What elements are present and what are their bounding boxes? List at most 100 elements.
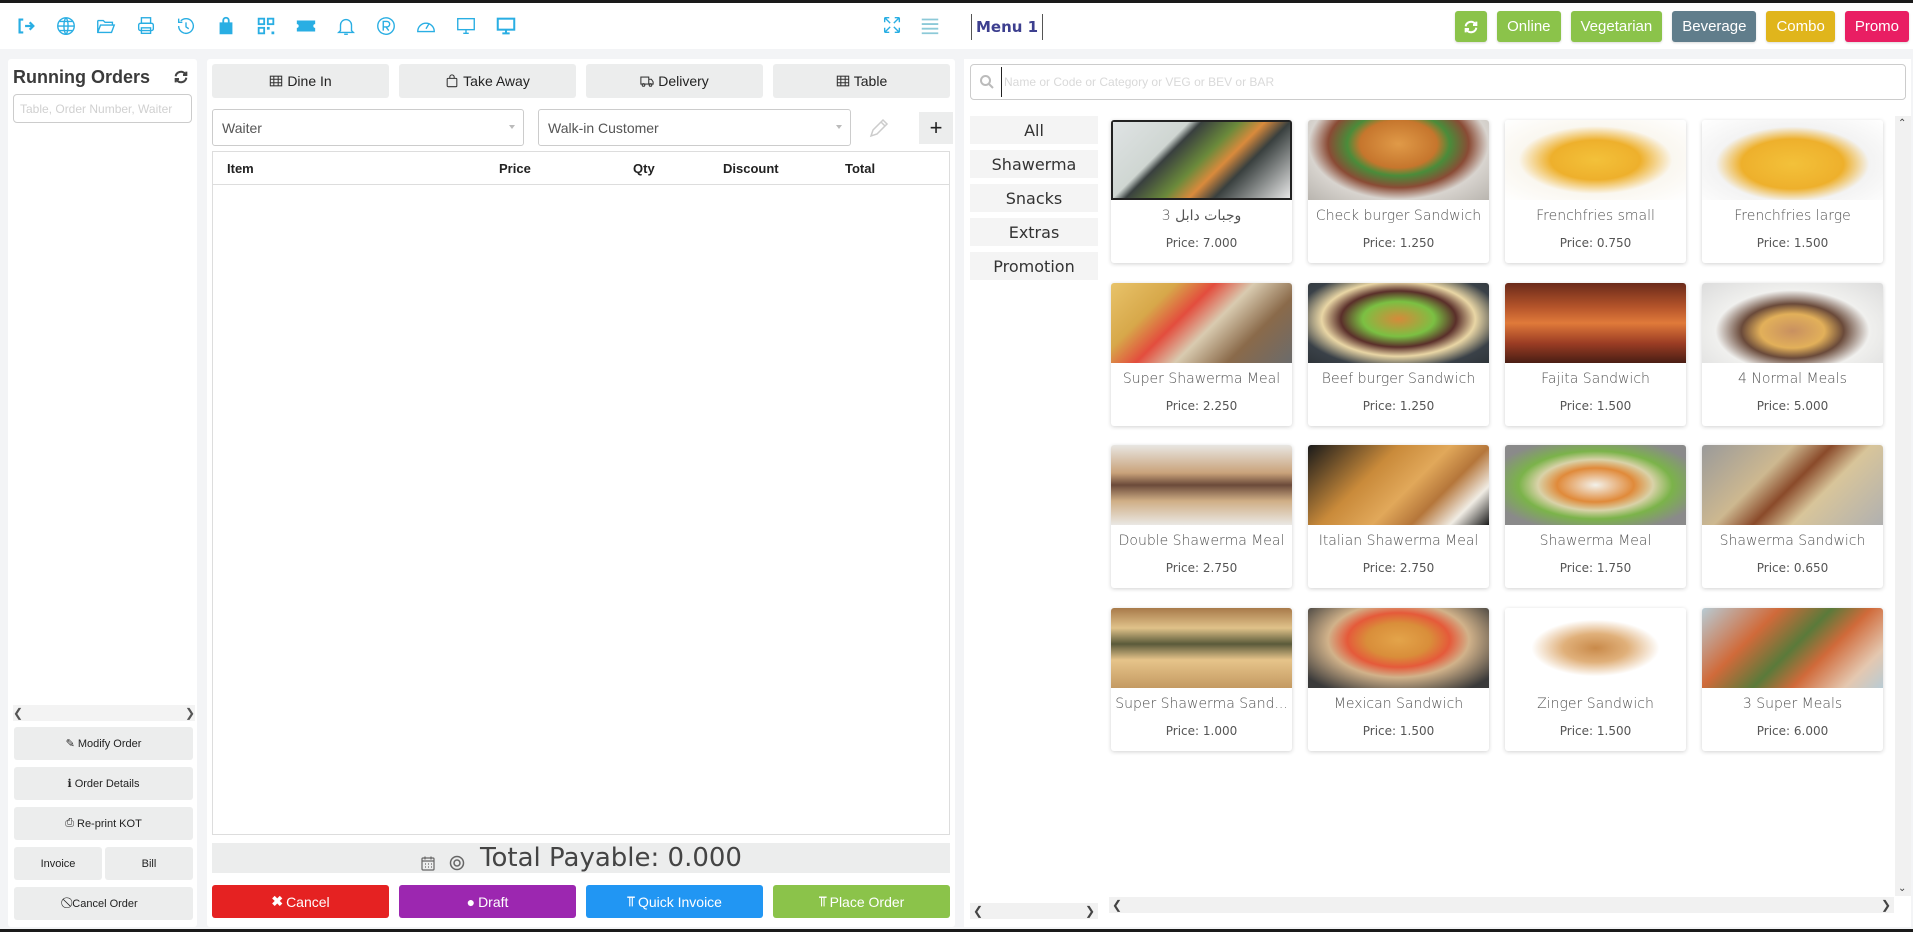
quick-invoice-button[interactable]: ⫪ Quick Invoice xyxy=(586,885,763,918)
calendar-icon[interactable] xyxy=(420,849,438,871)
product-image xyxy=(1505,445,1686,525)
plus-icon: + xyxy=(929,115,943,140)
reprint-kot-button[interactable]: ⎙ Re-print KOT xyxy=(14,807,193,840)
product-card[interactable]: Italian Shawerma Meal Price: 2.750 xyxy=(1308,445,1489,588)
eye-icon[interactable] xyxy=(448,849,466,871)
product-search-input[interactable] xyxy=(1001,67,1905,97)
scroll-left-icon[interactable]: ❮ xyxy=(13,706,23,720)
folder-open-icon[interactable] xyxy=(94,14,118,38)
product-card[interactable]: Beef burger Sandwich Price: 1.250 xyxy=(1308,283,1489,426)
filter-promo-button[interactable]: Promo xyxy=(1844,11,1909,42)
quick-invoice-label: Quick Invoice xyxy=(637,893,722,910)
scroll-right-icon[interactable]: ❯ xyxy=(1085,904,1095,918)
order-type-take-away[interactable]: Take Away xyxy=(399,64,576,98)
category-promotion[interactable]: Promotion xyxy=(970,252,1098,280)
order-type-table[interactable]: Table xyxy=(773,64,950,98)
registered-icon[interactable] xyxy=(374,14,398,38)
product-name: Frenchfries small xyxy=(1536,208,1655,224)
scroll-up-icon[interactable]: ⌃ xyxy=(1898,118,1906,129)
scroll-right-icon[interactable]: ❯ xyxy=(185,706,195,720)
filter-combo-button[interactable]: Combo xyxy=(1766,11,1835,42)
product-card[interactable]: Double Shawerma Meal Price: 2.750 xyxy=(1111,445,1292,588)
product-grid-horizontal-scrollbar[interactable]: ❮ ❯ xyxy=(1109,897,1894,913)
scroll-down-icon[interactable]: ⌄ xyxy=(1898,883,1906,894)
category-shawerma[interactable]: Shawerma xyxy=(970,150,1098,178)
menu-label[interactable]: Menu 1 xyxy=(971,14,1044,40)
product-filter-buttons: Online Vegetarian Beverage Combo Promo xyxy=(1445,11,1909,42)
ticket-icon[interactable] xyxy=(294,14,318,38)
category-list: All Shawerma Snacks Extras Promotion xyxy=(970,116,1098,286)
product-card[interactable]: Frenchfries small Price: 0.750 xyxy=(1505,120,1686,263)
order-details-label: Order Details xyxy=(74,777,140,790)
history-icon[interactable] xyxy=(174,14,198,38)
reprint-kot-label: Re-print KOT xyxy=(77,817,142,830)
dashboard-gauge-icon[interactable] xyxy=(414,14,438,38)
order-details-button[interactable]: ℹ Order Details xyxy=(14,767,193,800)
product-name: Italian Shawerma Meal xyxy=(1318,533,1479,549)
add-customer-button[interactable]: + xyxy=(919,112,953,144)
product-card[interactable]: Super Shawerma Meal Price: 2.250 xyxy=(1111,283,1292,426)
place-order-button[interactable]: ⫪ Place Order xyxy=(773,885,950,918)
globe-icon[interactable] xyxy=(54,14,78,38)
order-items-table: Item Price Qty Discount Total xyxy=(212,151,950,835)
close-icon: ✖ xyxy=(271,893,284,909)
customer-select[interactable]: Walk-in Customer xyxy=(538,109,851,146)
product-card[interactable]: Zinger Sandwich Price: 1.500 xyxy=(1505,608,1686,751)
hamburger-menu-icon[interactable] xyxy=(918,13,942,37)
total-payable-bar: Total Payable: 0.000 xyxy=(212,843,950,873)
running-orders-horizontal-scrollbar[interactable]: ❮ ❯ xyxy=(13,705,195,721)
category-snacks[interactable]: Snacks xyxy=(970,184,1098,212)
product-card[interactable]: Mexican Sandwich Price: 1.500 xyxy=(1308,608,1489,751)
chevron-down-icon xyxy=(836,125,842,129)
edit-customer-pencil-icon[interactable] xyxy=(867,116,891,140)
scroll-right-icon[interactable]: ❯ xyxy=(1881,898,1891,912)
refresh-filter-button[interactable] xyxy=(1455,11,1488,42)
scroll-left-icon[interactable]: ❮ xyxy=(1112,898,1122,912)
qr-code-icon[interactable] xyxy=(254,14,278,38)
product-card[interactable]: Shawerma Sandwich Price: 0.650 xyxy=(1702,445,1883,588)
fullscreen-icon[interactable] xyxy=(880,13,904,37)
product-price: Price: 1.500 xyxy=(1362,724,1435,738)
product-image xyxy=(1702,445,1883,525)
order-type-delivery[interactable]: Delivery xyxy=(586,64,763,98)
filter-beverage-button[interactable]: Beverage xyxy=(1672,11,1757,42)
product-card[interactable]: Check burger Sandwich Price: 1.250 xyxy=(1308,120,1489,263)
running-orders-search-input[interactable] xyxy=(13,94,192,123)
bill-button[interactable]: Bill xyxy=(105,847,193,880)
toolbar-icons xyxy=(14,14,534,38)
order-type-dine-in[interactable]: Dine In xyxy=(212,64,389,98)
column-price: Price xyxy=(499,161,531,176)
product-image xyxy=(1702,608,1883,688)
product-card[interactable]: Super Shawerma Sand... Price: 1.000 xyxy=(1111,608,1292,751)
product-price: Price: 5.000 xyxy=(1756,399,1829,413)
filter-online-button[interactable]: Online xyxy=(1497,11,1561,42)
draft-button[interactable]: ● Draft xyxy=(399,885,576,918)
monitor-filled-icon[interactable] xyxy=(494,14,518,38)
modify-order-button[interactable]: ✎ Modify Order xyxy=(14,727,193,760)
invoice-button[interactable]: Invoice xyxy=(14,847,102,880)
bell-icon[interactable] xyxy=(334,14,358,38)
product-image xyxy=(1505,283,1686,363)
table-grid-icon xyxy=(836,75,849,87)
product-card[interactable]: Fajita Sandwich Price: 1.500 xyxy=(1505,283,1686,426)
product-name: Fajita Sandwich xyxy=(1541,371,1650,387)
product-card[interactable]: Shawerma Meal Price: 1.750 xyxy=(1505,445,1686,588)
product-card[interactable]: 4 Normal Meals Price: 5.000 xyxy=(1702,283,1883,426)
filter-vegetarian-button[interactable]: Vegetarian xyxy=(1570,11,1663,42)
cancel-order-button[interactable]: ⃠Cancel Order xyxy=(14,887,193,920)
category-horizontal-scrollbar[interactable]: ❮ ❯ xyxy=(970,903,1098,919)
category-extras[interactable]: Extras xyxy=(970,218,1098,246)
shopping-bag-icon[interactable] xyxy=(214,14,238,38)
logout-icon[interactable] xyxy=(14,14,38,38)
product-card[interactable]: وجبات دابل 3 Price: 7.000 xyxy=(1111,120,1292,263)
refresh-running-orders-icon[interactable] xyxy=(173,69,189,85)
waiter-select[interactable]: Waiter xyxy=(212,109,524,146)
scroll-left-icon[interactable]: ❮ xyxy=(973,904,983,918)
product-card[interactable]: Frenchfries large Price: 1.500 xyxy=(1702,120,1883,263)
category-all[interactable]: All xyxy=(970,116,1098,144)
product-grid-vertical-scrollbar[interactable]: ⌃ ⌄ xyxy=(1895,116,1911,896)
printer-icon[interactable] xyxy=(134,14,158,38)
monitor-icon[interactable] xyxy=(454,14,478,38)
cancel-button[interactable]: ✖ Cancel xyxy=(212,885,389,918)
product-card[interactable]: 3 Super Meals Price: 6.000 xyxy=(1702,608,1883,751)
